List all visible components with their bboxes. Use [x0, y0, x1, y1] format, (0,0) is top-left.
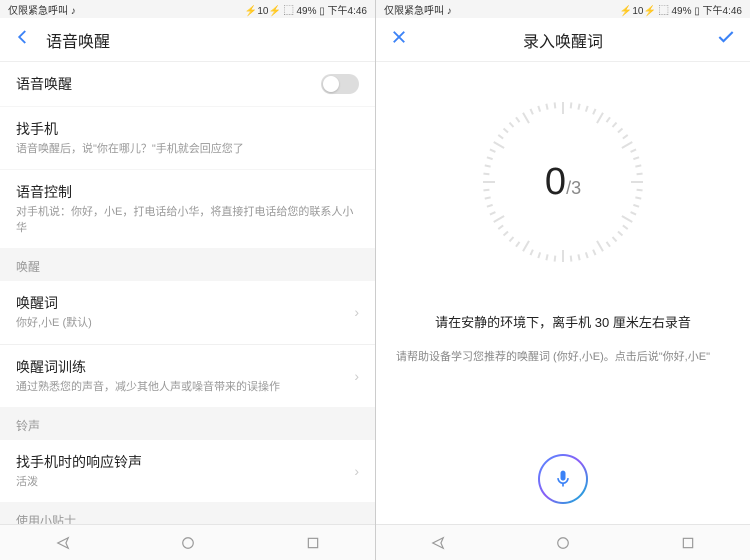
status-left: 仅限紧急呼叫 ♪	[8, 2, 76, 17]
sub: 活泼	[16, 475, 354, 490]
sub: 语音唤醒后，说"你在哪儿？"手机就会回应您了	[16, 142, 359, 157]
nav-bar	[0, 524, 375, 560]
record-body: 0/3 请在安静的环境下，离手机 30 厘米左右录音 请帮助设备学习您推荐的唤醒…	[376, 62, 750, 524]
label: 找手机时的响应铃声	[16, 452, 354, 472]
nav-home-icon[interactable]	[554, 534, 572, 552]
section-tips: 使用小贴士	[0, 502, 375, 524]
nav-bar	[376, 524, 750, 560]
mic-button[interactable]	[538, 454, 588, 504]
header: 语音唤醒	[0, 18, 375, 62]
label: 找手机	[16, 119, 359, 139]
progress-dial: 0/3	[473, 92, 653, 272]
nav-home-icon[interactable]	[179, 534, 197, 552]
toggle-voice-wake[interactable]	[321, 74, 359, 94]
sub: 你好,小E (默认)	[16, 316, 354, 331]
label: 唤醒词训练	[16, 357, 354, 377]
chevron-right-icon: ›	[354, 304, 359, 320]
status-left: 仅限紧急呼叫 ♪	[384, 2, 452, 17]
header: 录入唤醒词	[376, 18, 750, 62]
settings-list[interactable]: 语音唤醒 找手机 语音唤醒后，说"你在哪儿？"手机就会回应您了 语音控制 对手机…	[0, 62, 375, 524]
chevron-right-icon: ›	[354, 368, 359, 384]
label: 唤醒词	[16, 293, 354, 313]
section-wake: 唤醒	[0, 248, 375, 281]
label: 语音唤醒	[16, 74, 321, 94]
page-title: 语音唤醒	[46, 28, 110, 52]
status-right: ⚡10⚡ ⬚ 49% ▯ 下午4:46	[620, 2, 742, 17]
mic-icon	[553, 469, 573, 489]
hint-primary: 请在安静的环境下，离手机 30 厘米左右录音	[435, 312, 691, 331]
sub: 对手机说：你好，小E，打电话给小华，将直接打电话给您的联系人小华	[16, 205, 359, 236]
nav-back-icon[interactable]	[54, 534, 72, 552]
chevron-right-icon: ›	[354, 463, 359, 479]
hint-secondary: 请帮助设备学习您推荐的唤醒词 (你好,小E)。点击后说"你好,小E"	[396, 349, 730, 366]
row-find-phone[interactable]: 找手机 语音唤醒后，说"你在哪儿？"手机就会回应您了	[0, 107, 375, 169]
settings-screen: 仅限紧急呼叫 ♪ ⚡10⚡ ⬚ 49% ▯ 下午4:46 语音唤醒 语音唤醒 找…	[0, 0, 375, 560]
nav-recent-icon[interactable]	[679, 534, 697, 552]
status-right: ⚡10⚡ ⬚ 49% ▯ 下午4:46	[245, 2, 367, 17]
section-ringtone: 铃声	[0, 407, 375, 440]
row-voice-control[interactable]: 语音控制 对手机说：你好，小E，打电话给小华，将直接打电话给您的联系人小华	[0, 170, 375, 248]
close-icon[interactable]	[390, 28, 408, 52]
status-bar: 仅限紧急呼叫 ♪ ⚡10⚡ ⬚ 49% ▯ 下午4:46	[0, 0, 375, 18]
row-response-ringtone[interactable]: 找手机时的响应铃声 活泼 ›	[0, 440, 375, 502]
page-title: 录入唤醒词	[523, 28, 603, 52]
back-icon[interactable]	[14, 28, 32, 52]
check-icon[interactable]	[716, 27, 736, 53]
row-voice-wake[interactable]: 语音唤醒	[0, 62, 375, 106]
nav-back-icon[interactable]	[429, 534, 447, 552]
row-wake-word[interactable]: 唤醒词 你好,小E (默认) ›	[0, 281, 375, 343]
status-bar: 仅限紧急呼叫 ♪ ⚡10⚡ ⬚ 49% ▯ 下午4:46	[376, 0, 750, 18]
row-wake-training[interactable]: 唤醒词训练 通过熟悉您的声音，减少其他人声或噪音带来的误操作 ›	[0, 344, 375, 407]
label: 语音控制	[16, 182, 359, 202]
record-screen: 仅限紧急呼叫 ♪ ⚡10⚡ ⬚ 49% ▯ 下午4:46 录入唤醒词 0/3 请…	[375, 0, 750, 560]
sub: 通过熟悉您的声音，减少其他人声或噪音带来的误操作	[16, 380, 354, 395]
nav-recent-icon[interactable]	[304, 534, 322, 552]
